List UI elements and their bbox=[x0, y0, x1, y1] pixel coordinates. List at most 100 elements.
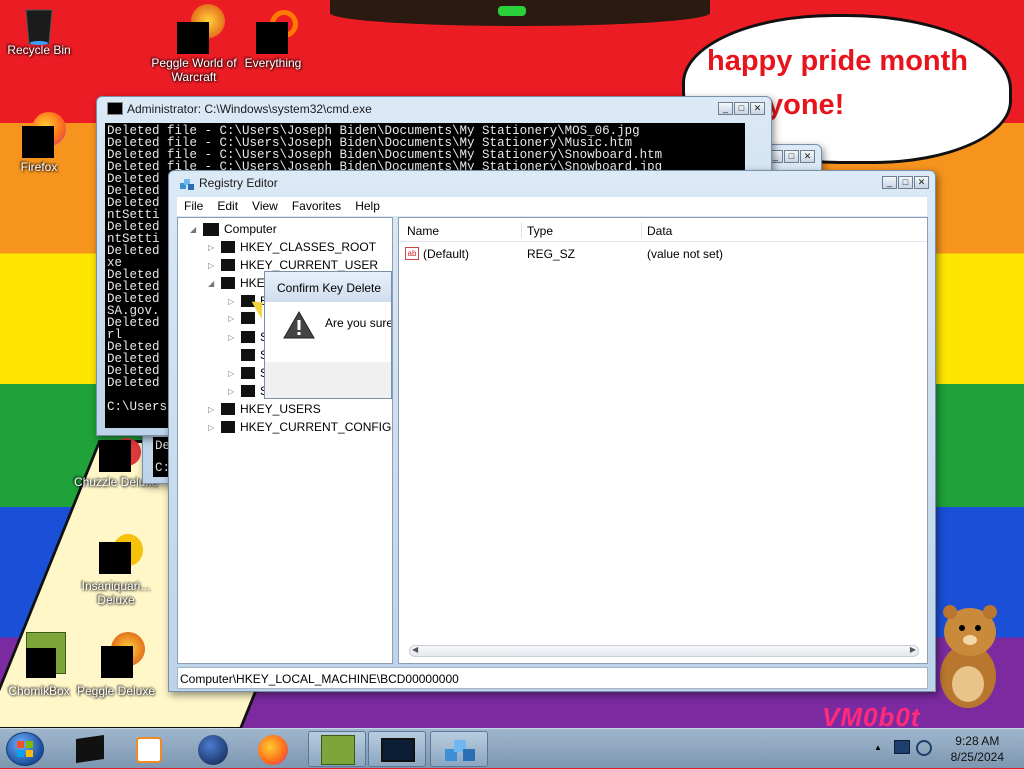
maximize-button[interactable]: □ bbox=[784, 150, 799, 163]
collapse-arrow-icon[interactable]: ◢ bbox=[190, 225, 198, 234]
horizontal-scrollbar[interactable]: ◀ ▶ bbox=[409, 645, 919, 657]
firefox-icon bbox=[22, 112, 66, 158]
scroll-right-arrow-icon[interactable]: ▶ bbox=[910, 645, 916, 654]
taskbar-app-globe[interactable] bbox=[184, 731, 242, 767]
status-bar: Computer\HKEY_LOCAL_MACHINE\BCD00000000 bbox=[177, 667, 928, 689]
network-icon[interactable] bbox=[894, 740, 910, 754]
terminal-icon bbox=[76, 735, 104, 763]
string-value-icon: ab bbox=[405, 247, 419, 260]
cmd-title: Administrator: C:\Windows\system32\cmd.e… bbox=[127, 102, 372, 116]
tree-subkey[interactable]: S bbox=[228, 348, 268, 362]
taskbar: ▲ 9:28 AM 8/25/2024 bbox=[0, 728, 1024, 768]
regedit-icon bbox=[179, 176, 195, 195]
close-button[interactable]: ✕ bbox=[914, 176, 929, 189]
expand-arrow-icon[interactable]: ▷ bbox=[228, 297, 236, 306]
firefox-icon bbox=[258, 735, 288, 765]
menu-view[interactable]: View bbox=[245, 197, 285, 216]
tree-subkey[interactable]: ▷ bbox=[228, 312, 260, 324]
expand-arrow-icon[interactable]: ▷ bbox=[228, 369, 236, 378]
expand-arrow-icon[interactable]: ▷ bbox=[208, 261, 216, 270]
start-button[interactable] bbox=[6, 732, 44, 766]
clock[interactable]: 9:28 AM 8/25/2024 bbox=[951, 733, 1004, 765]
desktop-icon-label: Firefox bbox=[20, 160, 58, 174]
expand-arrow-icon[interactable]: ▷ bbox=[228, 314, 236, 323]
taskbar-app-registry-editor[interactable] bbox=[430, 731, 488, 767]
close-button[interactable]: ✕ bbox=[750, 102, 765, 115]
taskbar-app-media-player[interactable] bbox=[120, 731, 178, 767]
tree-node-hkcr[interactable]: ▷ HKEY_CLASSES_ROOT bbox=[208, 240, 376, 254]
menu-favorites[interactable]: Favorites bbox=[285, 197, 348, 216]
volume-icon[interactable] bbox=[916, 740, 932, 756]
tree-node-hklm[interactable]: ◢ HKE bbox=[208, 276, 265, 290]
list-header: Name Type Data bbox=[399, 218, 927, 242]
taskbar-app-cmd[interactable] bbox=[60, 731, 118, 767]
menu-edit[interactable]: Edit bbox=[210, 197, 245, 216]
cmd-titlebar[interactable]: Administrator: C:\Windows\system32\cmd.e… bbox=[97, 97, 771, 121]
desktop-icon-peggle-wow[interactable]: Peggle World of Warcraft bbox=[149, 4, 239, 84]
column-divider bbox=[521, 222, 522, 238]
regedit-titlebar[interactable]: Registry Editor _ □ ✕ bbox=[169, 171, 935, 195]
confirm-key-delete-dialog[interactable]: Confirm Key Delete Are you sure bbox=[264, 271, 392, 399]
peggle-deluxe-icon bbox=[99, 632, 145, 678]
desktop-icon-label: Peggle World of Warcraft bbox=[151, 56, 237, 84]
show-hidden-icons-icon[interactable]: ▲ bbox=[874, 743, 882, 752]
scroll-left-arrow-icon[interactable]: ◀ bbox=[412, 645, 418, 654]
taskbar-app-firefox[interactable] bbox=[244, 731, 302, 767]
minimize-button[interactable]: _ bbox=[718, 102, 733, 115]
clock-date: 8/25/2024 bbox=[950, 750, 1004, 764]
monitor-icon bbox=[381, 738, 415, 762]
expand-arrow-icon[interactable]: ▷ bbox=[228, 333, 236, 342]
expand-arrow-icon[interactable]: ▷ bbox=[208, 405, 216, 414]
folder-icon bbox=[221, 403, 235, 415]
taskbar-app-chomikbox[interactable] bbox=[308, 731, 366, 767]
desktop-icon-firefox[interactable]: Firefox bbox=[0, 112, 84, 174]
menu-help[interactable]: Help bbox=[348, 197, 387, 216]
value-data: (value not set) bbox=[647, 247, 724, 261]
menu-file[interactable]: File bbox=[177, 197, 210, 216]
expand-arrow-icon[interactable]: ▷ bbox=[208, 243, 216, 252]
wallpaper-green-mark bbox=[498, 6, 526, 16]
windows-logo-icon bbox=[17, 741, 33, 757]
registry-editor-window[interactable]: Registry Editor _ □ ✕ File Edit View Fav… bbox=[168, 170, 936, 692]
minimize-button[interactable]: _ bbox=[882, 176, 897, 189]
menu-bar: File Edit View Favorites Help bbox=[177, 197, 927, 216]
desktop-icon-label: Peggle Deluxe bbox=[76, 684, 156, 698]
desktop-icon-recycle-bin[interactable]: Recycle Bin bbox=[0, 6, 84, 57]
tree-node-label: HKEY_CLASSES_ROOT bbox=[240, 240, 377, 254]
tree-subkey[interactable]: ▷S bbox=[228, 330, 268, 344]
maximize-button[interactable]: □ bbox=[734, 102, 749, 115]
tree-node-hkcc[interactable]: ▷ HKEY_CURRENT_CONFIG bbox=[208, 420, 391, 434]
folder-icon bbox=[221, 277, 235, 289]
banner-text: happy pride month bbox=[707, 45, 968, 77]
peggle-wow-icon bbox=[177, 4, 225, 54]
close-button[interactable]: ✕ bbox=[800, 150, 815, 163]
tree-node-computer[interactable]: ◢ Computer bbox=[190, 222, 277, 236]
maximize-button[interactable]: □ bbox=[898, 176, 913, 189]
tree-node-hkcu[interactable]: ▷ HKEY_CURRENT_USER bbox=[208, 258, 378, 272]
column-header-type[interactable]: Type bbox=[527, 224, 553, 238]
column-header-name[interactable]: Name bbox=[407, 224, 439, 238]
tree-subkey[interactable]: ▷S bbox=[228, 366, 268, 380]
tree-node-label: HKEY_CURRENT_USER bbox=[240, 258, 379, 272]
folder-icon bbox=[221, 259, 235, 271]
desktop-icon-label: Insaniquari... Deluxe bbox=[81, 579, 151, 607]
chuzzle-icon bbox=[99, 438, 141, 472]
desktop-icon-everything[interactable]: Everything bbox=[228, 6, 318, 70]
values-list[interactable]: Name Type Data ab (Default) REG_SZ (valu… bbox=[398, 217, 928, 664]
tree-subkey[interactable]: ▷S bbox=[228, 384, 268, 398]
desktop-icon-peggle-deluxe[interactable]: Peggle Deluxe bbox=[71, 632, 161, 698]
column-header-data[interactable]: Data bbox=[647, 224, 672, 238]
folder-icon bbox=[241, 385, 255, 397]
desktop-icon-insaniquarium[interactable]: Insaniquari... Deluxe bbox=[71, 534, 161, 607]
window-controls: _ □ ✕ bbox=[768, 150, 815, 163]
expand-arrow-icon[interactable]: ▷ bbox=[208, 423, 216, 432]
hamster-mascot bbox=[940, 605, 997, 708]
banner-text-2: yone! bbox=[767, 89, 845, 121]
tree-node-hku[interactable]: ▷ HKEY_USERS bbox=[208, 402, 321, 416]
expand-arrow-icon[interactable]: ▷ bbox=[228, 387, 236, 396]
clock-time: 9:28 AM bbox=[955, 734, 1000, 748]
collapse-arrow-icon[interactable]: ◢ bbox=[208, 279, 216, 288]
folder-icon bbox=[241, 367, 255, 379]
taskbar-app-cmd-window[interactable] bbox=[368, 731, 426, 767]
value-type: REG_SZ bbox=[527, 247, 576, 261]
